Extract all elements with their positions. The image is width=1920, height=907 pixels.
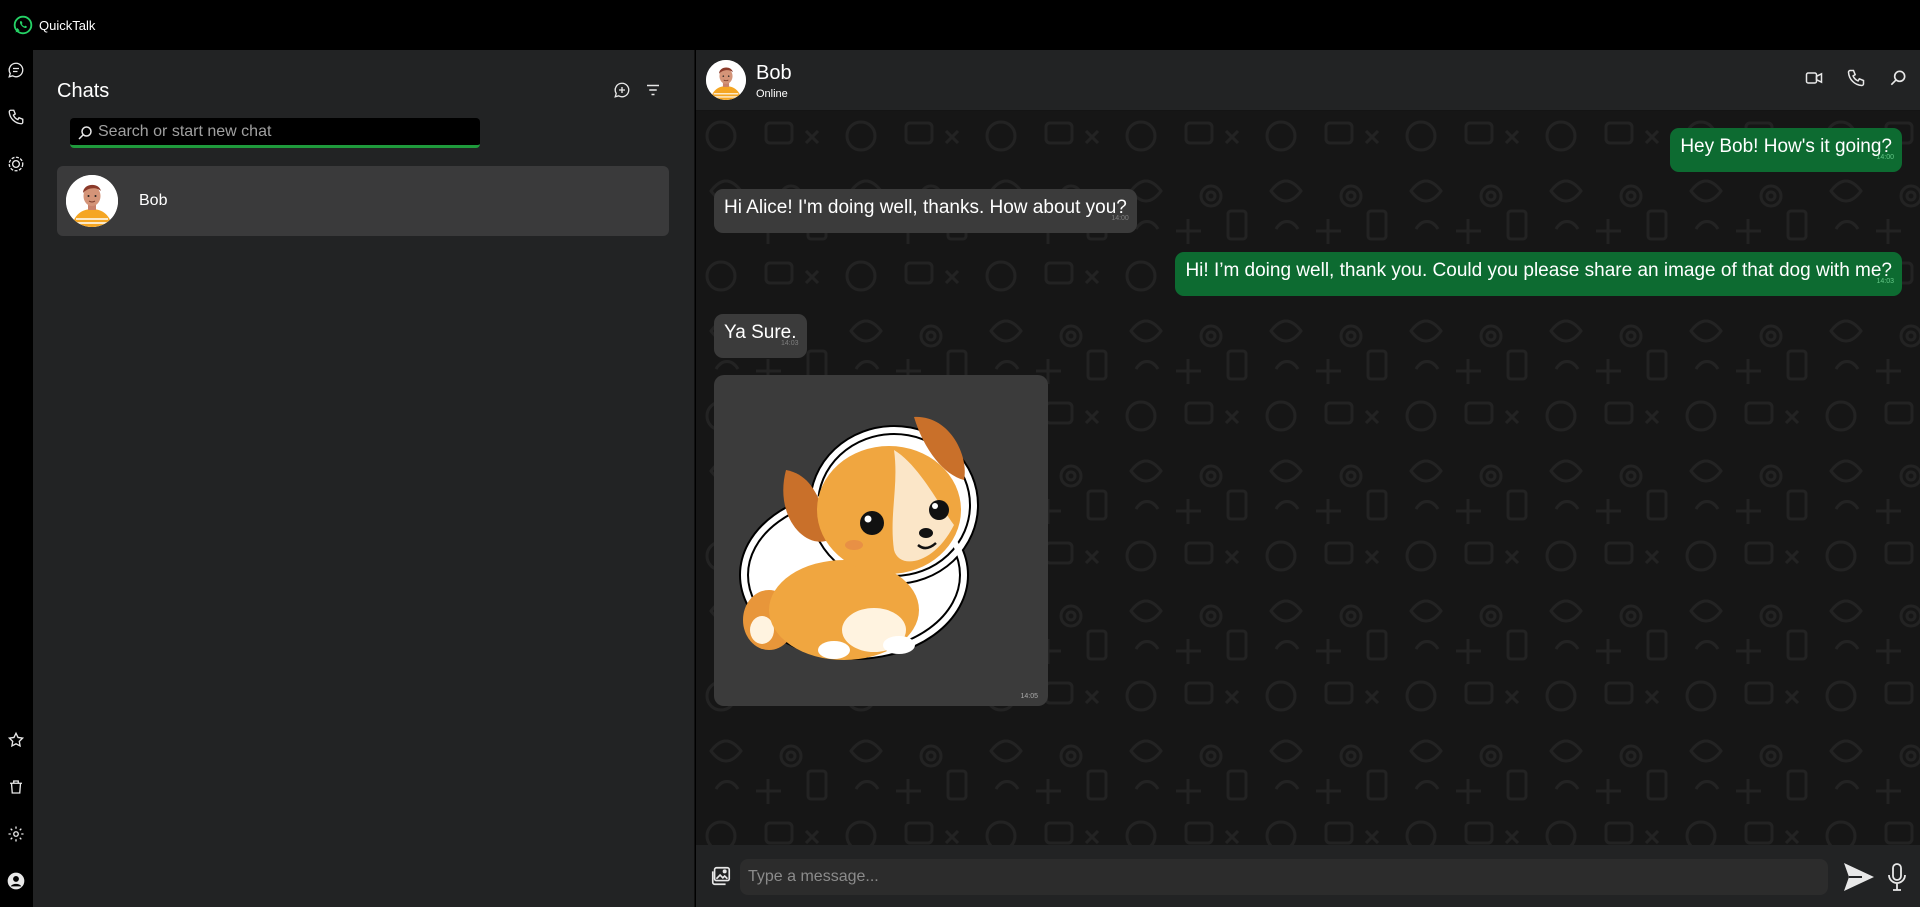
message-bubble-incoming: Hi Alice! I'm doing well, thanks. How ab… (714, 189, 1137, 233)
message-text: Hi! I’m doing well, thank you. Could you… (1185, 260, 1892, 281)
star-icon[interactable] (6, 730, 26, 750)
chats-title: Chats (57, 80, 110, 102)
conversation-header: Bob Online (696, 50, 1920, 111)
chat-contact-name: Bob (139, 192, 168, 209)
quicktalk-logo-icon (13, 15, 33, 35)
message-time: 14:03 (781, 340, 799, 347)
contact-name: Bob (756, 62, 792, 84)
send-icon[interactable] (1842, 861, 1876, 893)
profile-icon[interactable] (6, 871, 26, 891)
new-chat-icon[interactable] (612, 80, 632, 100)
puppy-sticker-image (739, 416, 979, 660)
search-input[interactable] (98, 122, 480, 141)
message-time: 14:05 (1020, 693, 1038, 700)
message-bubble-outgoing: Hey Bob! How's it going? 14:00 (1670, 128, 1902, 172)
trash-icon[interactable] (6, 777, 26, 797)
filter-icon[interactable] (643, 80, 663, 100)
nav-rail (0, 50, 33, 907)
message-bubble-outgoing: Hi! I’m doing well, thank you. Could you… (1175, 252, 1902, 296)
gallery-icon[interactable] (710, 865, 732, 887)
avatar[interactable] (706, 60, 746, 100)
message-time: 14:03 (1876, 278, 1894, 285)
contact-status: Online (756, 88, 788, 100)
video-call-icon[interactable] (1802, 66, 1826, 90)
phone-icon[interactable] (6, 107, 26, 127)
voice-call-icon[interactable] (1844, 66, 1868, 90)
message-text: Hi Alice! I'm doing well, thanks. How ab… (724, 197, 1127, 218)
conversation-panel: Bob Online Hey Bob! How's it going? 14:0… (696, 50, 1920, 907)
message-composer (696, 845, 1920, 907)
message-time: 14:00 (1111, 215, 1129, 222)
message-time: 14:00 (1876, 154, 1894, 161)
search-icon (76, 124, 94, 142)
title-bar: QuickTalk (0, 0, 1920, 50)
image-message[interactable]: 14:05 (714, 375, 1048, 706)
chat-bubble-icon[interactable] (6, 60, 26, 80)
chat-list-panel: Chats Bob (33, 50, 695, 907)
message-list: Hey Bob! How's it going? 14:00 Hi Alice!… (696, 111, 1920, 845)
avatar (66, 175, 118, 227)
status-icon[interactable] (6, 154, 26, 174)
gear-icon[interactable] (6, 824, 26, 844)
message-text: Hey Bob! How's it going? (1680, 136, 1892, 157)
message-bubble-incoming: Ya Sure. 14:03 (714, 314, 807, 358)
search-box (70, 118, 480, 148)
mic-icon[interactable] (1886, 861, 1908, 893)
app-title: QuickTalk (39, 17, 96, 33)
search-icon[interactable] (1886, 66, 1910, 90)
chat-list-item[interactable]: Bob (57, 166, 669, 236)
message-input[interactable] (740, 859, 1828, 895)
